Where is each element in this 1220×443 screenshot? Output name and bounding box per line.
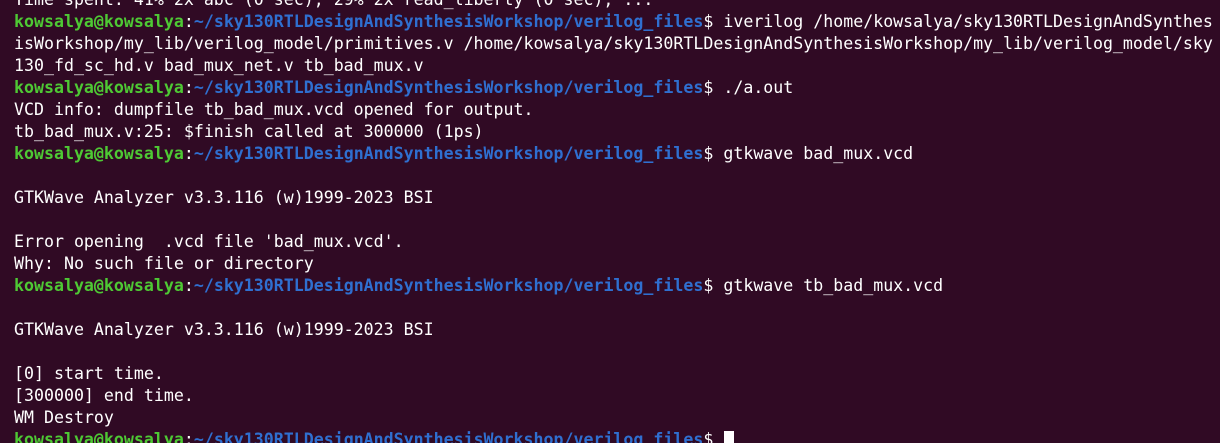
prompt-colon: : xyxy=(183,430,194,443)
output-line: GTKWave Analyzer v3.3.116 (w)1999-2023 B… xyxy=(14,319,1214,341)
command-text: gtkwave tb_bad_mux.vcd xyxy=(723,276,944,295)
error-text: Why: No such file or directory xyxy=(14,254,314,273)
prompt-path: ~/sky130RTLDesignAndSynthesisWorkshop/ve… xyxy=(193,430,704,443)
prompt-line: kowsalya@kowsalya:~/sky130RTLDesignAndSy… xyxy=(14,143,1214,165)
output-text: GTKWave Analyzer v3.3.116 (w)1999-2023 B… xyxy=(14,188,434,207)
output-text: GTKWave Analyzer v3.3.116 (w)1999-2023 B… xyxy=(14,320,434,339)
prompt-line: kowsalya@kowsalya:~/sky130RTLDesignAndSy… xyxy=(14,275,1214,297)
prompt-user: kowsalya@kowsalya xyxy=(14,78,184,97)
output-line: Why: No such file or directory xyxy=(14,253,1214,275)
output-line: VCD info: dumpfile tb_bad_mux.vcd opened… xyxy=(14,99,1214,121)
command-text: iverilog /home/kowsalya/sky130RTLDesignA… xyxy=(723,12,1213,31)
output-text: tb_bad_mux.v:25: $finish called at 30000… xyxy=(14,122,484,141)
prompt-colon: : xyxy=(183,12,194,31)
output-line: WM Destroy xyxy=(14,407,1214,429)
output-line: [0] start time. xyxy=(14,363,1214,385)
output-text: [300000] end time. xyxy=(14,386,194,405)
prompt-user: kowsalya@kowsalya xyxy=(14,12,184,31)
command-continuation: 130_fd_sc_hd.v bad_mux_net.v tb_bad_mux.… xyxy=(14,56,424,75)
prompt-dollar: $ xyxy=(703,78,724,97)
output-line: tb_bad_mux.v:25: $finish called at 30000… xyxy=(14,121,1214,143)
terminal-window[interactable]: Time spent: 41% 2x abc (0 sec), 29% 2x r… xyxy=(0,0,1220,443)
prompt-user: kowsalya@kowsalya xyxy=(14,276,184,295)
output-line: isWorkshop/my_lib/verilog_model/primitiv… xyxy=(14,33,1214,55)
prompt-line: kowsalya@kowsalya:~/sky130RTLDesignAndSy… xyxy=(14,11,1214,33)
prompt-colon: : xyxy=(183,276,194,295)
terminal-output: Time spent: 41% 2x abc (0 sec), 29% 2x r… xyxy=(14,0,1214,443)
prompt-line: kowsalya@kowsalya:~/sky130RTLDesignAndSy… xyxy=(14,77,1214,99)
prompt-colon: : xyxy=(183,144,194,163)
prompt-dollar: $ xyxy=(703,144,724,163)
text-cursor[interactable] xyxy=(724,431,735,443)
command-continuation: isWorkshop/my_lib/verilog_model/primitiv… xyxy=(14,34,1213,53)
output-text: VCD info: dumpfile tb_bad_mux.vcd opened… xyxy=(14,100,534,119)
prompt-dollar: $ xyxy=(703,430,724,443)
output-line: Time spent: 41% 2x abc (0 sec), 29% 2x r… xyxy=(14,0,1214,11)
output-line: [300000] end time. xyxy=(14,385,1214,407)
output-text: Time spent: 41% 2x abc (0 sec), 29% 2x r… xyxy=(14,0,653,9)
output-text: [0] start time. xyxy=(14,364,164,383)
prompt-dollar: $ xyxy=(703,12,724,31)
output-line: GTKWave Analyzer v3.3.116 (w)1999-2023 B… xyxy=(14,187,1214,209)
command-text: gtkwave bad_mux.vcd xyxy=(723,144,914,163)
command-text: ./a.out xyxy=(723,78,794,97)
prompt-user: kowsalya@kowsalya xyxy=(14,144,184,163)
prompt-path: ~/sky130RTLDesignAndSynthesisWorkshop/ve… xyxy=(193,12,704,31)
prompt-colon: : xyxy=(183,78,194,97)
prompt-user: kowsalya@kowsalya xyxy=(14,430,184,443)
output-line: 130_fd_sc_hd.v bad_mux_net.v tb_bad_mux.… xyxy=(14,55,1214,77)
output-text: WM Destroy xyxy=(14,408,114,427)
error-text: Error opening .vcd file 'bad_mux.vcd'. xyxy=(14,232,404,251)
prompt-path: ~/sky130RTLDesignAndSynthesisWorkshop/ve… xyxy=(193,276,704,295)
prompt-path: ~/sky130RTLDesignAndSynthesisWorkshop/ve… xyxy=(193,144,704,163)
output-line: Error opening .vcd file 'bad_mux.vcd'. xyxy=(14,231,1214,253)
prompt-path: ~/sky130RTLDesignAndSynthesisWorkshop/ve… xyxy=(193,78,704,97)
prompt-dollar: $ xyxy=(703,276,724,295)
active-prompt-line[interactable]: kowsalya@kowsalya:~/sky130RTLDesignAndSy… xyxy=(14,429,1214,443)
